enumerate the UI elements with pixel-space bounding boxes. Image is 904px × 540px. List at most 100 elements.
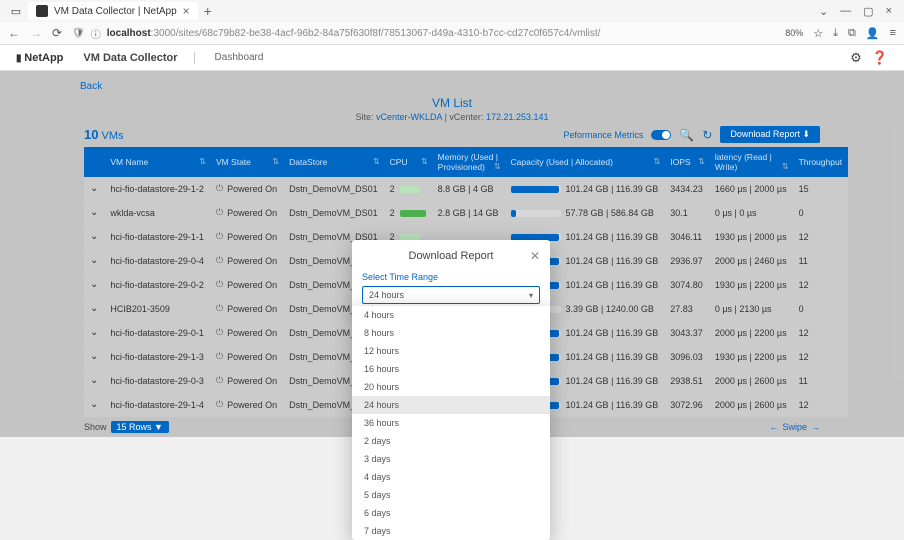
cell-iops: 2938.51 <box>664 369 709 393</box>
app-title: VM Data Collector <box>83 52 194 64</box>
cell-iops: 3074.80 <box>664 273 709 297</box>
time-range-option[interactable]: 6 days <box>352 504 550 522</box>
time-range-option[interactable]: 8 hours <box>352 324 550 342</box>
cell-latency: 2000 µs | 2600 µs <box>709 393 793 417</box>
time-range-option[interactable]: 7 days <box>352 522 550 540</box>
close-window-icon[interactable]: × <box>886 5 892 18</box>
expand-row-icon[interactable]: ⌄ <box>84 321 104 345</box>
expand-row-icon[interactable]: ⌄ <box>84 273 104 297</box>
time-range-option[interactable]: 20 hours <box>352 378 550 396</box>
app-menu-icon[interactable]: ▭ <box>8 3 24 19</box>
cell-memory: 2.8 GB | 14 GB <box>432 201 505 225</box>
perf-toggle[interactable] <box>651 130 671 140</box>
browser-tab[interactable]: VM Data Collector | NetApp × <box>28 2 198 20</box>
swipe-left-icon[interactable]: ← <box>769 422 778 432</box>
cell-vm-name: hci-fio-datastore-29-0-4 <box>104 249 210 273</box>
perf-metrics-label: Peformance Metrics <box>563 130 643 140</box>
shield-icon: 🛡 <box>72 28 85 39</box>
time-range-option[interactable]: 2 days <box>352 432 550 450</box>
cell-iops: 2936.97 <box>664 249 709 273</box>
time-range-option[interactable]: 24 hours <box>352 396 550 414</box>
time-range-option[interactable]: 5 days <box>352 486 550 504</box>
refresh-icon[interactable]: ↻ <box>702 128 712 142</box>
close-tab-icon[interactable]: × <box>183 4 190 18</box>
address-bar[interactable]: 🛡 ⓘ localhost:3000/sites/68c79b82-be38-4… <box>72 26 771 41</box>
reload-icon[interactable]: ⟳ <box>52 26 62 40</box>
cell-latency: 2000 µs | 2460 µs <box>709 249 793 273</box>
download-report-button[interactable]: Download Report ⬇ <box>720 126 820 143</box>
cell-throughput: 0 <box>793 297 848 321</box>
time-range-label: Select Time Range <box>362 272 540 282</box>
cell-vm-state: Powered On <box>210 273 283 297</box>
url-host: localhost <box>107 28 151 39</box>
expand-row-icon[interactable]: ⌄ <box>84 345 104 369</box>
time-range-option[interactable]: 12 hours <box>352 342 550 360</box>
col-vm-name[interactable]: VM Name⇅ <box>104 147 210 177</box>
chevron-down-icon[interactable]: ⌄ <box>819 5 828 18</box>
help-icon[interactable]: ❓ <box>872 50 888 66</box>
col-cpu[interactable]: CPU⇅ <box>384 147 432 177</box>
page-title: VM List <box>8 96 896 110</box>
expand-row-icon[interactable]: ⌄ <box>84 177 104 201</box>
new-tab-button[interactable]: + <box>204 3 212 19</box>
cell-capacity: 101.24 GB | 116.39 GB <box>505 177 665 201</box>
cell-latency: 0 µs | 0 µs <box>709 201 793 225</box>
time-range-option[interactable]: 36 hours <box>352 414 550 432</box>
time-range-option[interactable]: 16 hours <box>352 360 550 378</box>
maximize-icon[interactable]: ▢ <box>863 5 873 18</box>
time-range-value: 24 hours <box>369 290 404 300</box>
breadcrumb[interactable]: Dashboard <box>215 52 264 63</box>
col-capacity[interactable]: Capacity (Used | Allocated)⇅ <box>505 147 665 177</box>
modal-title: Download Report <box>409 250 494 262</box>
minimize-icon[interactable]: — <box>840 5 851 18</box>
swipe-right-icon[interactable]: → <box>811 422 820 432</box>
col-vm-state[interactable]: VM State⇅ <box>210 147 283 177</box>
swipe-label: Swipe <box>782 422 807 432</box>
cell-iops: 3046.11 <box>664 225 709 249</box>
expand-row-icon[interactable]: ⌄ <box>84 393 104 417</box>
cell-vm-name: hci-fio-datastore-29-0-2 <box>104 273 210 297</box>
expand-row-icon[interactable]: ⌄ <box>84 297 104 321</box>
account-icon[interactable]: 👤 <box>866 27 880 40</box>
back-link[interactable]: Back <box>80 77 102 96</box>
chevron-down-icon: ▾ <box>529 291 533 300</box>
zoom-level[interactable]: 80% <box>785 28 803 38</box>
vcenter-link[interactable]: 172.21.253.141 <box>486 112 549 122</box>
cell-iops: 3434.23 <box>664 177 709 201</box>
time-range-option[interactable]: 4 days <box>352 468 550 486</box>
search-icon[interactable]: 🔍 <box>679 128 694 142</box>
cell-latency: 2000 µs | 2600 µs <box>709 369 793 393</box>
back-icon[interactable]: ← <box>8 26 20 40</box>
download-report-modal: Download Report ✕ Select Time Range 24 h… <box>352 240 550 314</box>
cell-latency: 1660 µs | 2000 µs <box>709 177 793 201</box>
col-datastore[interactable]: DataStore⇅ <box>283 147 384 177</box>
gear-icon[interactable]: ⚙ <box>850 50 862 66</box>
cell-vm-name: hci-fio-datastore-29-1-1 <box>104 225 210 249</box>
expand-row-icon[interactable]: ⌄ <box>84 369 104 393</box>
url-path: /sites/68c79b82-be38-4acf-96b2-84a75f630… <box>176 28 601 39</box>
col-throughput[interactable]: Throughput <box>793 147 848 177</box>
time-range-option[interactable]: 3 days <box>352 450 550 468</box>
bookmark-icon[interactable]: ☆ <box>813 27 823 40</box>
time-range-select[interactable]: 24 hours ▾ <box>362 286 540 304</box>
info-icon: ⓘ <box>91 26 101 41</box>
col-latency[interactable]: latency (Read | Write)⇅ <box>709 147 793 177</box>
cell-vm-name: hci-fio-datastore-29-1-2 <box>104 177 210 201</box>
rows-select[interactable]: 15 Rows ▼ <box>111 421 169 433</box>
download-icon[interactable]: ⤓ <box>833 27 838 40</box>
cell-latency: 0 µs | 2130 µs <box>709 297 793 321</box>
url-port: :3000 <box>151 28 176 39</box>
col-memory[interactable]: Memory (Used | Provisioned)⇅ <box>432 147 505 177</box>
menu-icon[interactable]: ≡ <box>890 27 896 40</box>
cell-throughput: 12 <box>793 321 848 345</box>
cell-vm-state: Powered On <box>210 225 283 249</box>
expand-row-icon[interactable]: ⌄ <box>84 249 104 273</box>
expand-row-icon[interactable]: ⌄ <box>84 225 104 249</box>
expand-row-icon[interactable]: ⌄ <box>84 201 104 225</box>
time-range-option[interactable]: 4 hours <box>352 306 550 324</box>
cell-datastore: Dstn_DemoVM_DS01 <box>283 201 384 225</box>
close-icon[interactable]: ✕ <box>530 249 540 263</box>
extension-icon[interactable]: ⧉ <box>848 27 856 40</box>
col-iops[interactable]: IOPS⇅ <box>664 147 709 177</box>
site-link[interactable]: vCenter-WKLDA <box>376 112 442 122</box>
